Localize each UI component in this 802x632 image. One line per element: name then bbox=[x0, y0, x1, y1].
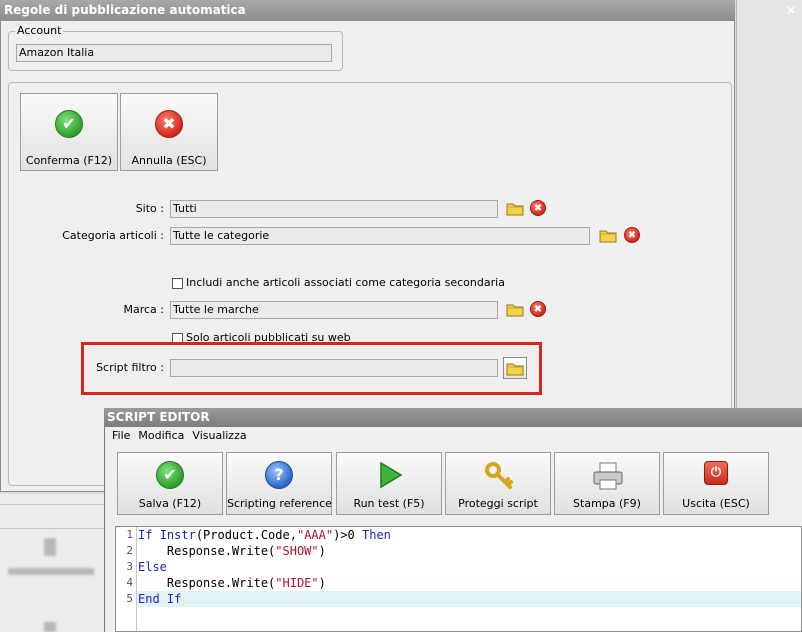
clear-icon[interactable]: ✖ bbox=[530, 301, 546, 317]
code-line: End If bbox=[138, 591, 181, 607]
exit-button[interactable]: ⏻ Uscita (ESC) bbox=[663, 452, 769, 515]
code-keyword: If bbox=[138, 528, 153, 542]
menu-visualizza[interactable]: Visualizza bbox=[192, 429, 246, 442]
category-field[interactable]: Tutte le categorie bbox=[170, 227, 590, 245]
menu-modifica[interactable]: Modifica bbox=[138, 429, 184, 442]
clear-icon[interactable]: ✖ bbox=[530, 200, 546, 216]
code-line: Response.Write("SHOW") bbox=[138, 543, 326, 559]
site-label: Sito : bbox=[135, 202, 164, 215]
code-string: "AAA" bbox=[296, 528, 334, 542]
check-icon: ✔ bbox=[55, 110, 83, 138]
menu-bar: File Modifica Visualizza bbox=[112, 428, 255, 444]
code-editor[interactable]: 1 2 3 4 5 If Instr(Product.Code,"AAA")>0… bbox=[115, 526, 802, 632]
highlight-box bbox=[81, 342, 542, 395]
run-test-label: Run test (F5) bbox=[353, 497, 425, 510]
code-keyword: End bbox=[138, 592, 160, 606]
menu-file[interactable]: File bbox=[112, 429, 130, 442]
web-only-row: Solo articoli pubblicati su web bbox=[170, 331, 370, 342]
save-button-label: Salva (F12) bbox=[138, 497, 202, 510]
brand-label: Marca : bbox=[123, 303, 164, 316]
exit-label: Uscita (ESC) bbox=[682, 497, 750, 510]
code-line: Response.Write("HIDE") bbox=[138, 575, 326, 591]
clear-icon[interactable]: ✖ bbox=[624, 227, 640, 243]
site-field[interactable]: Tutti bbox=[170, 200, 498, 218]
code-text: ) bbox=[318, 544, 326, 558]
cancel-x-icon: ✖ bbox=[155, 110, 183, 138]
code-string: "HIDE" bbox=[275, 576, 319, 590]
confirm-button[interactable]: ✔ Conferma (F12) bbox=[20, 93, 118, 171]
dialog-title: Regole di pubblicazione automatica bbox=[0, 0, 735, 21]
folder-icon[interactable] bbox=[506, 200, 524, 216]
save-button[interactable]: ✔ Salva (F12) bbox=[117, 452, 223, 515]
exit-icon: ⏻ bbox=[704, 461, 728, 485]
folder-icon[interactable] bbox=[506, 301, 524, 317]
printer-icon bbox=[593, 462, 623, 490]
code-keyword: Else bbox=[138, 560, 167, 574]
cancel-button[interactable]: ✖ Annulla (ESC) bbox=[120, 93, 218, 171]
web-only-checkbox[interactable] bbox=[172, 333, 183, 342]
code-keyword: Instr bbox=[159, 528, 196, 542]
line-number: 2 bbox=[126, 544, 133, 557]
line-number: 5 bbox=[126, 592, 133, 605]
account-group-label: Account bbox=[15, 24, 64, 37]
script-editor-title: SCRIPT EDITOR bbox=[104, 408, 802, 427]
code-text: Response.Write( bbox=[138, 544, 276, 558]
protect-script-label: Proteggi script bbox=[458, 497, 538, 510]
code-text: ) bbox=[318, 576, 326, 590]
print-label: Stampa (F9) bbox=[573, 497, 641, 510]
protect-script-button[interactable]: Proteggi script bbox=[445, 452, 551, 515]
current-line-highlight bbox=[137, 591, 801, 607]
category-label: Categoria articoli : bbox=[62, 229, 164, 242]
print-button[interactable]: Stampa (F9) bbox=[554, 452, 660, 515]
play-icon bbox=[380, 461, 403, 489]
confirm-button-label: Conferma (F12) bbox=[25, 154, 113, 167]
code-line: If Instr(Product.Code,"AAA")>0 Then bbox=[138, 527, 391, 543]
code-keyword: If bbox=[166, 592, 182, 606]
code-text: Response.Write( bbox=[138, 576, 276, 590]
help-icon: ? bbox=[265, 461, 293, 489]
close-icon[interactable]: × bbox=[784, 3, 798, 17]
save-check-icon: ✔ bbox=[156, 461, 184, 489]
include-secondary-checkbox[interactable] bbox=[172, 278, 183, 289]
background-list-area bbox=[0, 494, 104, 632]
brand-field[interactable]: Tutte le marche bbox=[170, 301, 498, 319]
background-window-area bbox=[736, 0, 802, 410]
web-only-label: Solo articoli pubblicati su web bbox=[186, 331, 351, 342]
code-keyword: Then bbox=[362, 528, 391, 542]
scripting-reference-label: Scripting reference bbox=[227, 497, 332, 510]
key-icon bbox=[485, 462, 513, 489]
code-text: )>0 bbox=[333, 528, 362, 542]
scripting-reference-button[interactable]: ? Scripting reference bbox=[226, 452, 332, 515]
line-number: 1 bbox=[126, 528, 133, 541]
cancel-button-label: Annulla (ESC) bbox=[131, 154, 207, 167]
run-test-button[interactable]: Run test (F5) bbox=[336, 452, 442, 515]
line-number: 3 bbox=[126, 560, 133, 573]
account-field[interactable]: Amazon Italia bbox=[16, 44, 332, 62]
code-text: (Product.Code, bbox=[195, 528, 297, 542]
line-number: 4 bbox=[126, 576, 133, 589]
folder-icon[interactable] bbox=[599, 227, 617, 243]
code-string: "SHOW" bbox=[275, 544, 319, 558]
code-line: Else bbox=[138, 559, 167, 575]
include-secondary-label: Includi anche articoli associati come ca… bbox=[186, 276, 505, 289]
